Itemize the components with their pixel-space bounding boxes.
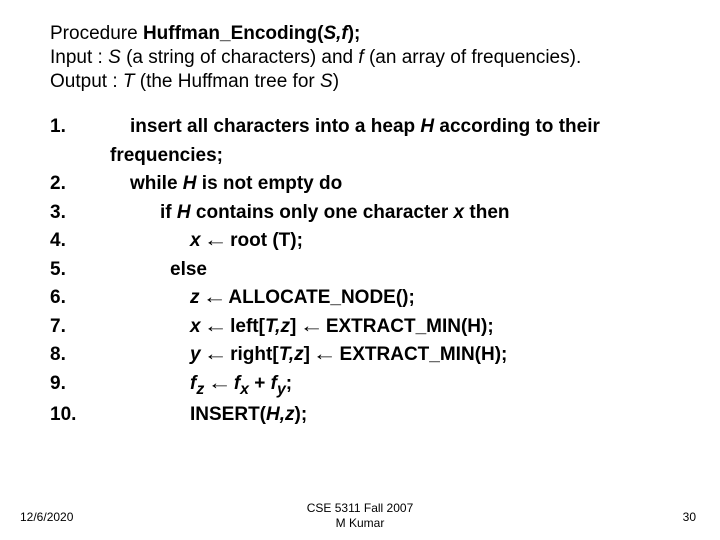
step-text: INSERT(H,z);	[110, 401, 670, 430]
step-number: 4.	[50, 227, 110, 256]
step-text: y ← right[T,z] ← EXTRACT_MIN(H);	[110, 341, 670, 370]
step-number: 8.	[50, 341, 110, 370]
procedure-header: Procedure Huffman_Encoding(S,f); Input :…	[50, 22, 670, 93]
step-text: insert all characters into a heap H acco…	[110, 113, 670, 170]
footer-page-number: 30	[683, 510, 696, 524]
step-number: 6.	[50, 284, 110, 313]
step-2: 2. while H is not empty do	[50, 170, 670, 199]
step-number: 3.	[50, 199, 110, 228]
step-5: 5. else	[50, 256, 670, 285]
proc-close: );	[348, 23, 361, 44]
output-s2: S	[320, 71, 333, 92]
input-mid1: (a string of characters) and	[121, 47, 359, 68]
proc-label: Procedure	[50, 23, 143, 44]
step-number: 1.	[50, 113, 110, 142]
step-number: 2.	[50, 170, 110, 199]
left-arrow-icon: ←	[312, 341, 337, 370]
step-1: 1. insert all characters into a heap H a…	[50, 113, 670, 170]
proc-name: Huffman_Encoding(	[143, 23, 324, 44]
output-close: )	[333, 71, 339, 92]
output-label: Output :	[50, 71, 123, 92]
step-number: 9.	[50, 370, 110, 399]
left-arrow-icon: ←	[202, 284, 227, 313]
left-arrow-icon: ←	[203, 313, 228, 342]
step-8: 8. y ← right[T,z] ← EXTRACT_MIN(H);	[50, 341, 670, 370]
left-arrow-icon: ←	[203, 341, 228, 370]
output-t: T	[123, 71, 135, 92]
step-4: 4. x ← root (T);	[50, 227, 670, 256]
step-text: while H is not empty do	[110, 170, 670, 199]
input-label: Input :	[50, 47, 108, 68]
left-arrow-icon: ←	[203, 227, 228, 256]
step-3: 3. if H contains only one character x th…	[50, 199, 670, 228]
step-text: else	[110, 256, 670, 285]
step-text: x ← root (T);	[110, 227, 670, 256]
step-text: fz ← fx + fy;	[110, 370, 670, 402]
input-mid2: (an array of frequencies).	[364, 47, 582, 68]
footer-center: CSE 5311 Fall 2007 M Kumar	[0, 501, 720, 530]
step-text: z ← ALLOCATE_NODE();	[110, 284, 670, 313]
step-text: if H contains only one character x then	[110, 199, 670, 228]
left-arrow-icon: ←	[299, 313, 324, 342]
step-7: 7. x ← left[T,z] ← EXTRACT_MIN(H);	[50, 313, 670, 342]
step-10: 10. INSERT(H,z);	[50, 401, 670, 430]
step-number: 10.	[50, 401, 110, 430]
slide-content: Procedure Huffman_Encoding(S,f); Input :…	[0, 0, 720, 430]
left-arrow-icon: ←	[207, 370, 232, 399]
step-number: 5.	[50, 256, 110, 285]
output-rest: (the Huffman tree for	[134, 71, 320, 92]
step-6: 6. z ← ALLOCATE_NODE();	[50, 284, 670, 313]
input-s: S	[108, 47, 121, 68]
step-text: x ← left[T,z] ← EXTRACT_MIN(H);	[110, 313, 670, 342]
step-number: 7.	[50, 313, 110, 342]
algorithm-body: 1. insert all characters into a heap H a…	[50, 113, 670, 430]
step-9: 9. fz ← fx + fy;	[50, 370, 670, 402]
proc-args: S,f	[323, 23, 347, 44]
